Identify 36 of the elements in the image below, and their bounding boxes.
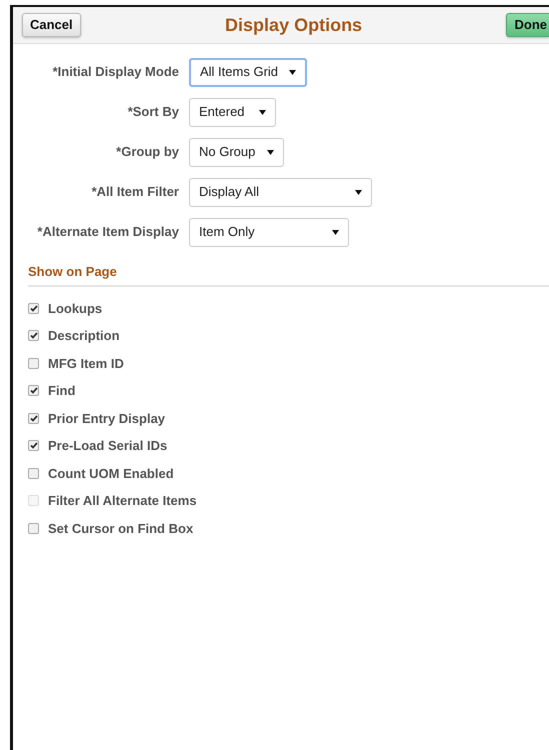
- checkbox-label: Lookups: [48, 300, 102, 318]
- checkbox-label: Find: [48, 382, 76, 400]
- cancel-button[interactable]: Cancel: [22, 12, 81, 38]
- checkbox[interactable]: [28, 412, 39, 424]
- checkbox[interactable]: [28, 385, 39, 396]
- checkbox-label: Filter All Alternate Items: [48, 492, 197, 510]
- checkbox-label: Description: [48, 327, 120, 345]
- dialog-title: Display Options: [225, 14, 362, 37]
- dropdown-field[interactable]: No Group: [189, 138, 284, 166]
- dropdown-field[interactable]: Display All: [189, 178, 372, 206]
- field-label: *Group by: [115, 143, 180, 162]
- field-label: *Sort By: [126, 103, 180, 122]
- checkbox-label: Prior Entry Display: [48, 410, 166, 428]
- caret-icon: [332, 230, 339, 234]
- checkbox[interactable]: [28, 330, 39, 342]
- section-title: Show on Page: [28, 262, 549, 286]
- caret-icon: [259, 110, 266, 114]
- checkbox[interactable]: [28, 440, 39, 452]
- dropdown-field[interactable]: Item Only: [189, 218, 349, 246]
- caret-icon: [289, 70, 296, 74]
- dropdown-field[interactable]: Entered: [189, 98, 276, 126]
- checkbox[interactable]: [28, 358, 39, 369]
- done-button[interactable]: Done: [506, 12, 549, 38]
- checkbox-label: MFG Item ID: [48, 354, 124, 372]
- field-label: *Alternate Item Display: [36, 223, 180, 242]
- checkbox[interactable]: [28, 468, 39, 479]
- checkbox-label: Count UOM Enabled: [48, 464, 174, 482]
- checkbox[interactable]: [28, 522, 39, 534]
- caret-icon: [267, 150, 274, 154]
- dropdown-field[interactable]: All Items Grid: [189, 58, 307, 86]
- caret-icon: [355, 190, 362, 194]
- checkbox[interactable]: [28, 302, 39, 314]
- checkbox-label: Set Cursor on Find Box: [48, 520, 194, 538]
- field-label: *All Item Filter: [90, 183, 180, 202]
- field-label: *Initial Display Mode: [52, 63, 180, 82]
- checkbox-label: Pre-Load Serial IDs: [48, 437, 168, 455]
